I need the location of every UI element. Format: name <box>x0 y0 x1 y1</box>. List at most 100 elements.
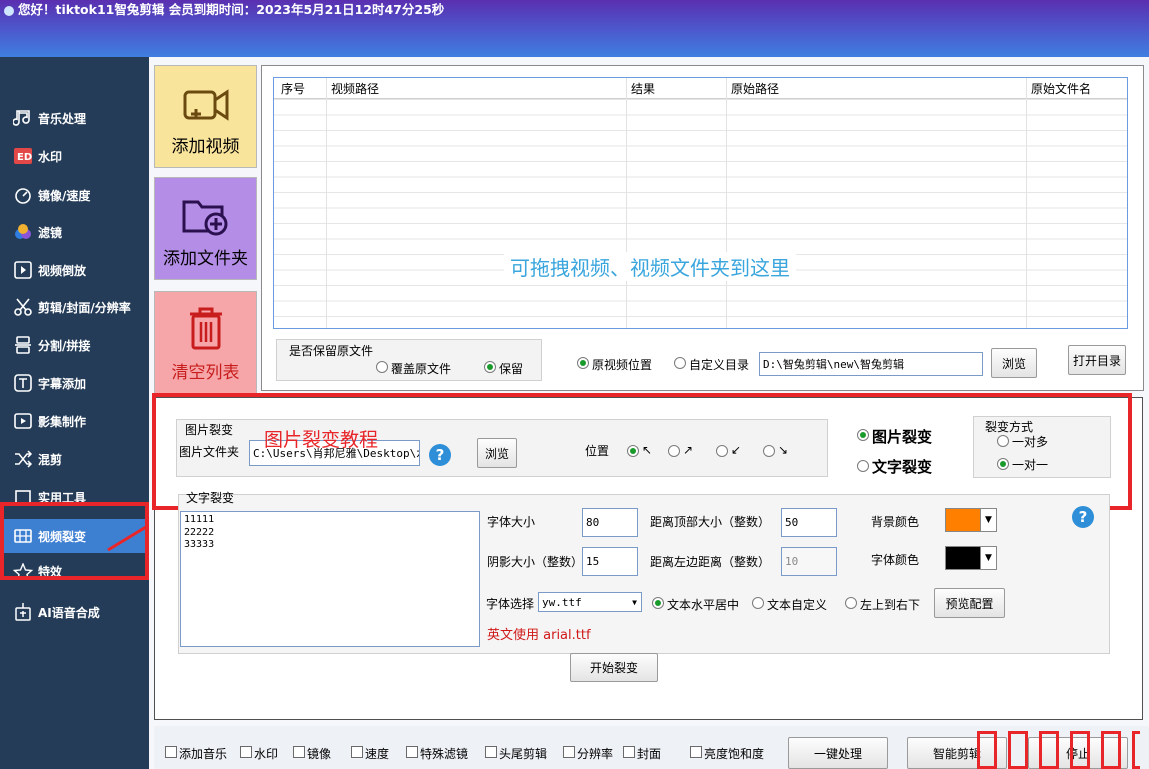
output-browse-button[interactable]: 浏览 <box>991 348 1037 378</box>
red-box-row <box>977 731 1149 769</box>
english-font-note: 英文使用 arial.ttf <box>487 628 591 643</box>
cover-checkbox[interactable] <box>623 746 635 758</box>
keep-label[interactable]: 保留 <box>499 360 523 377</box>
column-divider <box>626 78 627 328</box>
chevron-down-icon: ▼ <box>980 509 996 531</box>
subtitle-icon <box>12 372 34 394</box>
album-icon <box>12 410 34 432</box>
sidebar-item-label: 水印 <box>38 149 63 164</box>
add-music-label[interactable]: 添加音乐 <box>179 745 227 762</box>
align-center-radio[interactable] <box>652 597 664 609</box>
brightness-saturation-label[interactable]: 亮度饱和度 <box>704 745 764 762</box>
sidebar-item-ai-voice[interactable]: AI语音合成 <box>0 595 149 629</box>
original-position-label[interactable]: 原视频位置 <box>592 356 652 373</box>
watermark-icon: ED <box>12 145 34 167</box>
output-path-input[interactable]: D:\智兔剪辑\new\智兔剪辑 <box>759 352 983 376</box>
sidebar-item-mirror-speed[interactable]: 镜像/速度 <box>0 178 149 212</box>
window-title-text: 您好！tiktok11智兔剪辑 会员到期时间：2023年5月21日12时47分2… <box>18 2 445 17</box>
speed-label[interactable]: 速度 <box>365 745 389 762</box>
sidebar-item-label: 滤镜 <box>38 225 63 240</box>
resolution-label[interactable]: 分辨率 <box>577 745 613 762</box>
align-custom-label[interactable]: 文本自定义 <box>767 596 827 613</box>
font-size-label: 字体大小 <box>487 515 536 529</box>
sidebar-item-subtitle[interactable]: 字幕添加 <box>0 366 149 400</box>
column-header-original-path[interactable]: 原始路径 <box>731 80 779 97</box>
mirror-checkbox[interactable] <box>293 746 305 758</box>
sidebar-item-split-join[interactable]: 分割/拼接 <box>0 328 149 362</box>
text-line: 11111 <box>184 514 215 525</box>
font-select-label: 字体选择 <box>486 597 535 611</box>
file-table[interactable]: 序号 视频路径 结果 原始路径 原始文件名 可拖拽视频、视频文件夹到这里 <box>273 77 1128 329</box>
align-diagonal-label[interactable]: 左上到右下 <box>860 596 920 613</box>
column-header-result[interactable]: 结果 <box>631 80 655 97</box>
align-diagonal-radio[interactable] <box>845 597 857 609</box>
head-tail-cut-checkbox[interactable] <box>485 746 497 758</box>
overwrite-label[interactable]: 覆盖原文件 <box>391 360 451 377</box>
video-camera-icon <box>183 89 228 121</box>
custom-dir-label[interactable]: 自定义目录 <box>689 356 749 373</box>
font-size-input[interactable]: 80 <box>582 508 638 537</box>
sidebar-item-music[interactable]: 音乐处理 <box>0 101 149 135</box>
keep-radio[interactable] <box>484 361 496 373</box>
special-filter-checkbox[interactable] <box>406 746 418 758</box>
head-tail-cut-label[interactable]: 头尾剪辑 <box>499 745 547 762</box>
shadow-size-input[interactable]: 15 <box>582 547 638 576</box>
speed-checkbox[interactable] <box>351 746 363 758</box>
special-filter-label[interactable]: 特殊滤镜 <box>420 745 468 762</box>
sidebar-item-label: 影集制作 <box>38 414 87 429</box>
open-directory-button[interactable]: 打开目录 <box>1068 345 1126 375</box>
add-folder-button[interactable]: 添加文件夹 <box>154 177 257 280</box>
sidebar-item-label: 分割/拼接 <box>38 338 91 353</box>
left-distance-input[interactable]: 10 <box>781 547 837 576</box>
preview-config-button[interactable]: 预览配置 <box>934 588 1005 618</box>
column-header-video-path[interactable]: 视频路径 <box>331 80 379 97</box>
drop-hint-text: 可拖拽视频、视频文件夹到这里 <box>504 252 796 281</box>
reverse-play-icon <box>12 259 34 281</box>
tools-icon <box>12 489 34 502</box>
cover-label[interactable]: 封面 <box>637 745 661 762</box>
speedometer-icon <box>12 184 34 206</box>
align-custom-radio[interactable] <box>752 597 764 609</box>
start-split-button[interactable]: 开始裂变 <box>570 653 658 682</box>
resolution-checkbox[interactable] <box>563 746 575 758</box>
custom-dir-radio[interactable] <box>674 357 686 369</box>
top-distance-label: 距离顶部大小（整数） <box>650 515 771 529</box>
add-video-label: 添加视频 <box>171 137 240 157</box>
overwrite-radio[interactable] <box>376 361 388 373</box>
sidebar-item-watermark[interactable]: ED 水印 <box>0 139 149 173</box>
bg-color-picker[interactable]: ▼ <box>945 508 997 532</box>
sidebar-item-filter[interactable]: 滤镜 <box>0 215 149 249</box>
music-note-icon <box>12 107 34 129</box>
chevron-down-icon: ▼ <box>980 547 996 569</box>
chevron-down-icon: ▼ <box>632 597 637 607</box>
window-title: 您好！tiktok11智兔剪辑 会员到期时间：2023年5月21日12时47分2… <box>4 0 444 18</box>
red-box <box>1008 731 1028 769</box>
align-center-label[interactable]: 文本水平居中 <box>667 596 739 613</box>
text-lines-textarea[interactable]: 11111 22222 33333 <box>180 511 480 647</box>
clear-list-label: 清空列表 <box>171 363 240 383</box>
column-header-index[interactable]: 序号 <box>281 80 305 97</box>
add-video-button[interactable]: 添加视频 <box>154 65 257 168</box>
clear-list-button[interactable]: 清空列表 <box>154 291 257 394</box>
one-click-process-button[interactable]: 一键处理 <box>788 737 888 769</box>
watermark-checkbox[interactable] <box>240 746 252 758</box>
title-bar: 您好！tiktok11智兔剪辑 会员到期时间：2023年5月21日12时47分2… <box>0 0 1149 57</box>
sidebar-item-reverse[interactable]: 视频倒放 <box>0 253 149 287</box>
font-color-picker[interactable]: ▼ <box>945 546 997 570</box>
add-music-checkbox[interactable] <box>165 746 177 758</box>
filter-icon <box>12 221 34 243</box>
font-select-value: yw.ttf <box>542 595 582 609</box>
sidebar-item-label: 字幕添加 <box>38 376 87 391</box>
svg-text:ED: ED <box>17 152 32 163</box>
text-help-icon[interactable]: ? <box>1072 506 1094 528</box>
original-position-radio[interactable] <box>577 357 589 369</box>
brightness-saturation-checkbox[interactable] <box>690 746 702 758</box>
column-header-original-filename[interactable]: 原始文件名 <box>1031 80 1091 97</box>
sidebar-item-cut-cover[interactable]: 剪辑/封面/分辨率 <box>0 290 149 324</box>
sidebar-item-album[interactable]: 影集制作 <box>0 404 149 438</box>
top-distance-input[interactable]: 50 <box>781 508 837 537</box>
font-select-dropdown[interactable]: yw.ttf ▼ <box>538 592 642 612</box>
watermark-label[interactable]: 水印 <box>254 745 278 762</box>
mirror-label[interactable]: 镜像 <box>307 745 331 762</box>
sidebar-item-label: 视频倒放 <box>38 263 87 278</box>
